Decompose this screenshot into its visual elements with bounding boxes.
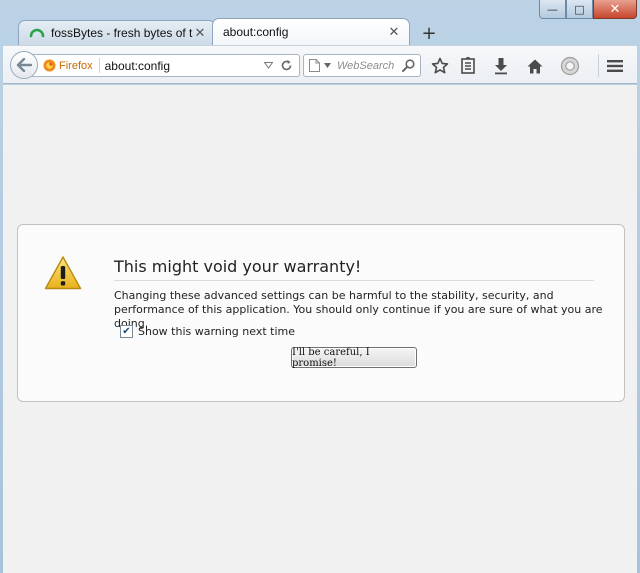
tab-title: about:config xyxy=(223,25,289,39)
dropdown-arrow-icon[interactable] xyxy=(264,62,273,69)
search-input[interactable]: WebSearch xyxy=(331,60,402,72)
page-icon xyxy=(309,59,320,72)
toolbar-separator xyxy=(598,54,599,77)
minimize-button[interactable]: — xyxy=(539,0,566,19)
addon-circle-icon[interactable] xyxy=(559,55,581,77)
downloads-icon[interactable] xyxy=(490,55,512,77)
bookmarks-menu-icon[interactable] xyxy=(457,55,479,77)
tab-strip: fossBytes - fresh bytes of t... ✕ about:… xyxy=(18,17,442,45)
loading-spinner-icon xyxy=(29,28,45,38)
menu-hamburger-icon[interactable] xyxy=(604,55,626,77)
url-bar-icons xyxy=(264,59,299,72)
show-warning-label: Show this warning next time xyxy=(138,325,296,338)
search-engine-dropdown-icon[interactable] xyxy=(324,63,331,68)
show-warning-checkbox-row[interactable]: ✔ Show this warning next time xyxy=(120,325,295,338)
tab-about-config[interactable]: about:config ✕ xyxy=(212,18,410,45)
tab-title: fossBytes - fresh bytes of t... xyxy=(51,26,193,40)
identity-box[interactable]: Firefox xyxy=(43,58,100,73)
show-warning-checkbox[interactable]: ✔ xyxy=(120,325,133,338)
close-window-button[interactable]: ✕ xyxy=(593,0,637,19)
back-arrow-icon xyxy=(16,58,32,72)
search-icon[interactable] xyxy=(402,59,415,72)
accept-risk-button[interactable]: I'll be careful, I promise! xyxy=(291,347,417,369)
identity-label: Firefox xyxy=(59,59,93,72)
bookmark-star-icon[interactable] xyxy=(429,55,451,77)
back-button[interactable] xyxy=(10,51,38,79)
warning-title: This might void your warranty! xyxy=(114,257,594,281)
search-bar[interactable]: WebSearch xyxy=(303,54,421,77)
tab-close-icon[interactable]: ✕ xyxy=(193,26,207,41)
url-input[interactable]: about:config xyxy=(100,59,264,73)
reload-icon[interactable] xyxy=(280,59,293,72)
home-icon[interactable] xyxy=(524,55,546,77)
warranty-warning-dialog: This might void your warranty! Changing … xyxy=(17,224,625,402)
window-controls: — □ ✕ xyxy=(539,0,637,20)
maximize-button[interactable]: □ xyxy=(566,0,593,19)
new-tab-button[interactable]: + xyxy=(416,21,442,45)
tab-fossbytes[interactable]: fossBytes - fresh bytes of t... ✕ xyxy=(18,20,216,45)
page-content: This might void your warranty! Changing … xyxy=(3,85,637,573)
firefox-logo-icon xyxy=(43,59,56,72)
warning-icon xyxy=(44,256,82,290)
tab-close-icon[interactable]: ✕ xyxy=(387,25,401,40)
url-bar[interactable]: Firefox about:config xyxy=(32,54,300,77)
navigation-toolbar: Firefox about:config WebSearch xyxy=(3,45,637,84)
browser-window: — □ ✕ fossBytes - fresh bytes of t... ✕ … xyxy=(0,0,640,573)
